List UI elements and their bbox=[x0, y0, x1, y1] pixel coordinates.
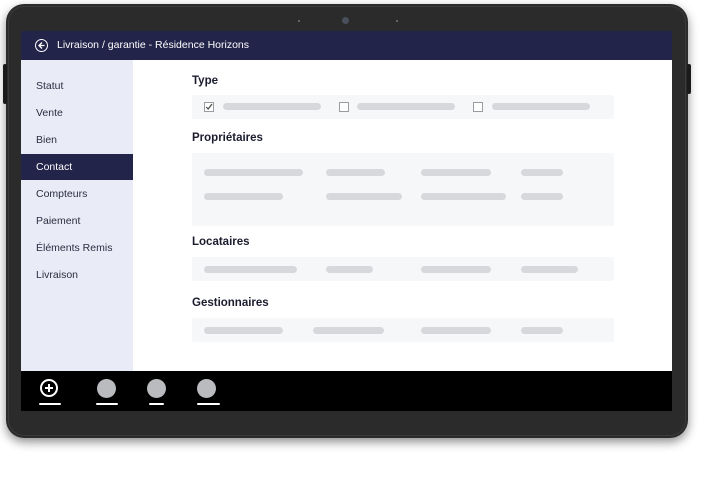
type-options-card bbox=[192, 95, 614, 119]
proprietaires-card bbox=[192, 153, 614, 226]
tablet-frame: Livraison / garantie - Résidence Horizon… bbox=[3, 4, 691, 438]
placeholder-bar bbox=[521, 266, 578, 273]
section-title-type: Type bbox=[192, 75, 218, 87]
section-title-gestionnaires: Gestionnaires bbox=[192, 297, 269, 309]
sidebar-item-vente[interactable]: Vente bbox=[21, 100, 133, 126]
add-icon[interactable] bbox=[40, 379, 58, 397]
side-button bbox=[687, 64, 691, 94]
sidebar-item-bien[interactable]: Bien bbox=[21, 127, 133, 153]
placeholder-bar bbox=[421, 193, 506, 200]
camera-icon bbox=[342, 17, 349, 24]
placeholder-bar bbox=[421, 169, 491, 176]
sidebar-item-statut[interactable]: Statut bbox=[21, 73, 133, 99]
placeholder-bar bbox=[421, 266, 491, 273]
sensor-dot bbox=[298, 20, 300, 22]
placeholder-bar bbox=[204, 193, 283, 200]
placeholder-bar bbox=[204, 327, 283, 334]
sidebar-item-paiement[interactable]: Paiement bbox=[21, 208, 133, 234]
tab-underline bbox=[197, 403, 220, 405]
placeholder-bar bbox=[326, 169, 385, 176]
type-checkbox-3[interactable] bbox=[473, 102, 483, 112]
back-arrow-icon[interactable] bbox=[35, 39, 48, 52]
placeholder-bar bbox=[521, 169, 563, 176]
tab-underline bbox=[149, 403, 164, 405]
header-bar: Livraison / garantie - Résidence Horizon… bbox=[21, 31, 672, 60]
avatar-icon[interactable] bbox=[147, 379, 166, 398]
sidebar-item-compteurs[interactable]: Compteurs bbox=[21, 181, 133, 207]
screen: Livraison / garantie - Résidence Horizon… bbox=[21, 31, 672, 411]
placeholder-bar bbox=[204, 266, 297, 273]
placeholder-bar bbox=[521, 193, 563, 200]
locataires-card bbox=[192, 257, 614, 281]
placeholder-bar bbox=[326, 266, 373, 273]
tab-underline bbox=[96, 403, 118, 405]
type-checkbox-1[interactable] bbox=[204, 102, 214, 112]
placeholder-bar bbox=[521, 327, 563, 334]
placeholder-bar bbox=[223, 103, 321, 110]
placeholder-bar bbox=[326, 193, 402, 200]
sidebar-item-contact[interactable]: Contact bbox=[21, 154, 139, 180]
placeholder-bar bbox=[204, 169, 303, 176]
placeholder-bar bbox=[357, 103, 455, 110]
placeholder-bar bbox=[313, 327, 384, 334]
page-title: Livraison / garantie - Résidence Horizon… bbox=[57, 39, 250, 51]
section-title-proprietaires: Propriétaires bbox=[192, 132, 263, 144]
tab-underline bbox=[39, 403, 61, 405]
gestionnaires-card bbox=[192, 318, 614, 342]
placeholder-bar bbox=[492, 103, 590, 110]
sidebar-item-elements-remis[interactable]: Éléments Remis bbox=[21, 235, 133, 261]
sidebar: Statut Vente Bien Contact Compteurs Paie… bbox=[21, 60, 139, 371]
bottom-toolbar bbox=[21, 371, 672, 411]
sensor-dot bbox=[396, 20, 398, 22]
side-button bbox=[3, 64, 7, 104]
sidebar-item-livraison[interactable]: Livraison bbox=[21, 262, 133, 288]
section-title-locataires: Locataires bbox=[192, 236, 250, 248]
main-content: Type Propriétaires Locataires Gestionnai… bbox=[133, 60, 672, 371]
avatar-icon[interactable] bbox=[97, 379, 116, 398]
placeholder-bar bbox=[421, 327, 491, 334]
type-checkbox-2[interactable] bbox=[339, 102, 349, 112]
avatar-icon[interactable] bbox=[197, 379, 216, 398]
